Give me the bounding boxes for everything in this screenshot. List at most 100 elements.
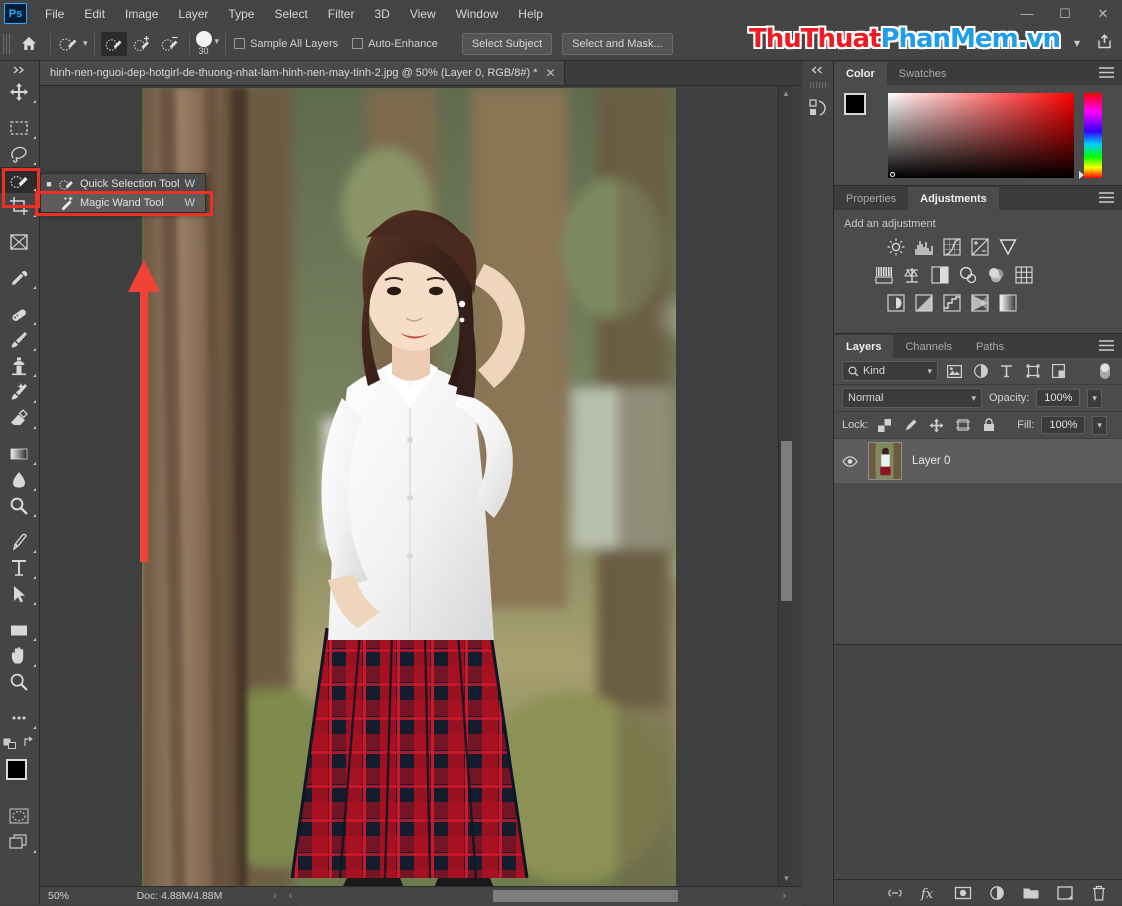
quick-mask-icon[interactable] — [0, 803, 38, 829]
panel-menu-icon[interactable] — [1099, 192, 1114, 206]
lock-transparent-pixels-icon[interactable] — [875, 416, 894, 435]
checkbox-sample-all-layers[interactable]: Sample All Layers — [234, 38, 338, 50]
link-layers-icon[interactable] — [886, 884, 904, 902]
dodge-tool[interactable] — [0, 493, 38, 519]
layer-style-fx-icon[interactable]: fx — [920, 884, 938, 902]
opacity-value[interactable]: 100% — [1036, 389, 1081, 407]
eyedropper-tool[interactable] — [0, 265, 38, 291]
selective-color-icon[interactable] — [970, 293, 989, 312]
options-bar-grip[interactable] — [3, 33, 10, 54]
workspace-caret-icon[interactable]: ▾ — [1074, 36, 1080, 50]
share-icon[interactable] — [1097, 33, 1112, 52]
zoom-tool[interactable] — [0, 669, 38, 695]
add-to-selection-mode[interactable] — [129, 32, 155, 56]
pixel-layer-filter-icon[interactable] — [945, 362, 964, 381]
exposure-icon[interactable] — [970, 237, 989, 256]
fill-caret-icon[interactable]: ▾ — [1092, 415, 1107, 435]
history-brush-tool[interactable] — [0, 379, 38, 405]
tab-properties[interactable]: Properties — [834, 187, 908, 210]
vibrance-icon[interactable] — [998, 237, 1017, 256]
adjustment-layer-filter-icon[interactable] — [971, 362, 990, 381]
toolbar-expand-icon[interactable] — [0, 61, 39, 79]
menu-file[interactable]: File — [35, 3, 74, 25]
tab-layers[interactable]: Layers — [834, 335, 894, 358]
menu-window[interactable]: Window — [446, 3, 509, 25]
color-panel-foreground-swatch[interactable] — [844, 93, 866, 115]
default-colors-icon[interactable] — [3, 735, 17, 749]
eraser-tool[interactable] — [0, 405, 38, 431]
color-balance-icon[interactable] — [902, 265, 921, 284]
brush-size-picker[interactable]: 30 ▾ — [195, 30, 219, 56]
home-icon[interactable] — [14, 36, 44, 51]
shape-layer-filter-icon[interactable] — [1023, 362, 1042, 381]
swap-colors-icon[interactable] — [22, 735, 36, 749]
levels-icon[interactable] — [914, 237, 933, 256]
menu-filter[interactable]: Filter — [318, 3, 365, 25]
invert-icon[interactable] — [886, 293, 905, 312]
crop-tool[interactable] — [0, 193, 38, 219]
quick-selection-tool[interactable] — [0, 167, 38, 193]
fill-value[interactable]: 100% — [1041, 416, 1086, 434]
menu-image[interactable]: Image — [115, 3, 168, 25]
collapse-panels-button[interactable] — [802, 61, 833, 79]
gradient-map-icon[interactable] — [998, 293, 1017, 312]
hue-saturation-icon[interactable] — [874, 265, 893, 284]
hand-tool[interactable] — [0, 643, 38, 669]
canvas-vertical-scrollbar[interactable]: ▲ ▼ — [778, 86, 793, 886]
tab-swatches[interactable]: Swatches — [887, 62, 959, 85]
image-canvas[interactable] — [142, 88, 676, 886]
select-and-mask-button[interactable]: Select and Mask... — [562, 32, 673, 55]
lock-image-pixels-icon[interactable] — [901, 416, 920, 435]
clone-stamp-tool[interactable] — [0, 353, 38, 379]
rectangular-marquee-tool[interactable] — [0, 115, 38, 141]
menu-edit[interactable]: Edit — [74, 3, 115, 25]
hue-slider[interactable] — [1079, 93, 1102, 179]
select-subject-button[interactable]: Select Subject — [461, 32, 553, 55]
tool-preset-picker[interactable]: ▾ — [57, 34, 88, 54]
path-selection-tool[interactable] — [0, 581, 38, 607]
flyout-item-magic-wand-tool[interactable]: Magic Wand Tool W — [41, 193, 205, 212]
type-tool[interactable] — [0, 555, 38, 581]
new-layer-icon[interactable] — [1056, 884, 1074, 902]
horizontal-scroll-thumb[interactable] — [493, 889, 679, 902]
layer-row[interactable]: Layer 0 — [834, 439, 1122, 483]
color-field[interactable] — [888, 93, 1074, 178]
brightness-contrast-icon[interactable] — [886, 237, 905, 256]
delete-layer-icon[interactable] — [1090, 884, 1108, 902]
lock-all-icon[interactable] — [979, 416, 998, 435]
scroll-right-arrow-icon[interactable]: › — [782, 890, 786, 902]
screen-mode-icon[interactable] — [0, 829, 38, 855]
close-button[interactable]: ✕ — [1084, 0, 1122, 27]
new-group-icon[interactable] — [1022, 884, 1040, 902]
color-lookup-icon[interactable] — [1014, 265, 1033, 284]
black-white-icon[interactable] — [930, 265, 949, 284]
type-layer-filter-icon[interactable] — [997, 362, 1016, 381]
threshold-icon[interactable] — [942, 293, 961, 312]
lock-artboard-icon[interactable] — [953, 416, 972, 435]
tab-adjustments[interactable]: Adjustments — [908, 187, 999, 210]
history-icon[interactable] — [802, 91, 834, 125]
document-tab[interactable]: hinh-nen-nguoi-dep-hotgirl-de-thuong-nha… — [40, 61, 565, 85]
scroll-down-arrow-icon[interactable]: ▼ — [779, 871, 794, 886]
menu-select[interactable]: Select — [264, 3, 317, 25]
layer-kind-filter[interactable]: Kind ▾ — [842, 361, 938, 381]
subtract-from-selection-mode[interactable] — [157, 32, 183, 56]
tab-color[interactable]: Color — [834, 62, 887, 85]
photo-filter-icon[interactable] — [958, 265, 977, 284]
layer-visibility-toggle[interactable] — [842, 455, 858, 467]
tool-flyout-menu[interactable]: ■ Quick Selection Tool W Magic Wand Tool W — [40, 173, 206, 213]
brush-tool[interactable] — [0, 327, 38, 353]
menu-view[interactable]: View — [400, 3, 446, 25]
channel-mixer-icon[interactable] — [986, 265, 1005, 284]
add-layer-mask-icon[interactable] — [954, 884, 972, 902]
blend-mode-select[interactable]: Normal ▾ — [842, 388, 982, 408]
frame-tool[interactable] — [0, 229, 38, 255]
status-next-icon[interactable]: › — [267, 890, 283, 902]
menu-type[interactable]: Type — [218, 3, 264, 25]
zoom-level-field[interactable]: 50% — [40, 890, 92, 902]
tab-paths[interactable]: Paths — [964, 335, 1016, 358]
pen-tool[interactable] — [0, 529, 38, 555]
gradient-tool[interactable] — [0, 441, 38, 467]
menu-3d[interactable]: 3D — [364, 3, 399, 25]
vertical-scroll-thumb[interactable] — [781, 441, 792, 601]
